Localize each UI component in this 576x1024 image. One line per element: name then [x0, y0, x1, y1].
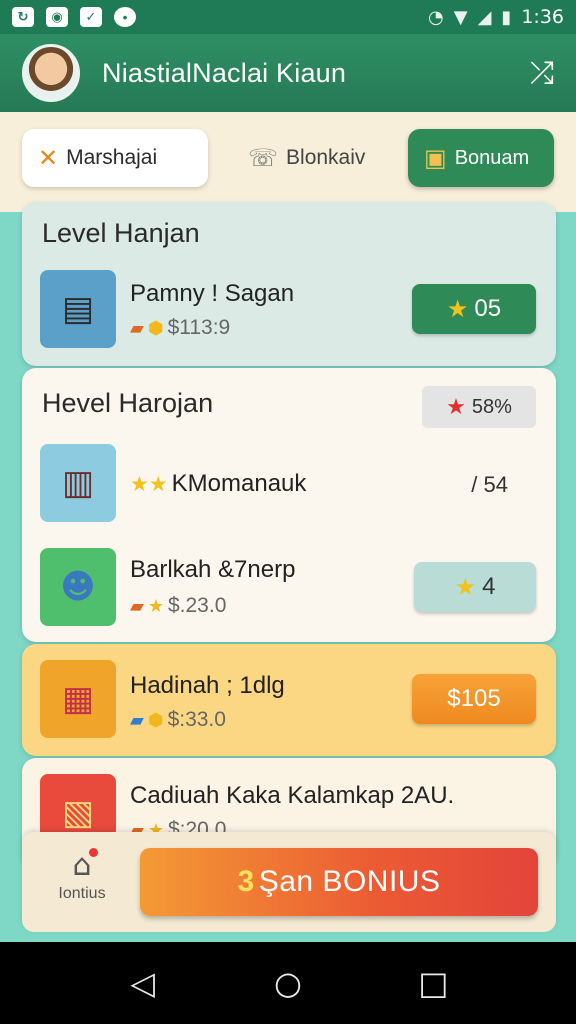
bottom-action-bar: ⌂ Iontius 3 Şan BONIUS [22, 832, 556, 932]
item-count: / 54 [471, 472, 508, 497]
tab-marshajai[interactable]: ✕ Marshajai [22, 129, 208, 187]
tab-bonuam[interactable]: ▣ Bonuam [408, 129, 554, 187]
home-icon: ⌂ [72, 848, 98, 883]
character-icon: ☻ [40, 548, 116, 626]
home-label: Iontius [58, 885, 106, 902]
sync-icon: ↻ [12, 7, 34, 27]
gem-icon: ▰ [130, 709, 144, 731]
home-tab-button[interactable]: ⌂ Iontius [42, 848, 122, 903]
tab-bar: ✕ Marshajai ☏ Blonkaiv ▣ Bonuam [22, 128, 554, 188]
treasure-icon: ▣ [424, 144, 447, 172]
camera-icon: ◉ [46, 7, 68, 27]
toolbox-icon: ▥ [40, 444, 116, 522]
star-icon: ★ [454, 573, 477, 601]
share-icon[interactable]: ⤮ [530, 56, 554, 91]
chest-icon: ▤ [40, 270, 116, 348]
status-time: 1:36 [521, 6, 564, 28]
level-card: ▦ Hadinah ; 1dlg ▰ ⬢ $:33.0 $105 [22, 644, 556, 756]
tab-label: Marshajai [66, 146, 158, 169]
spin-label: Şan BONIUS [258, 865, 441, 898]
progress-badge: ★ 58% [422, 386, 536, 428]
crossed-tools-icon: ✕ [38, 144, 59, 172]
item-name: Pamny ! Sagan [130, 280, 295, 307]
location-icon: • [114, 7, 136, 27]
item-name: Cadiuah Kaka Kalamkap 2AU. [130, 782, 455, 809]
back-icon[interactable]: ◁ [113, 964, 173, 1002]
check-icon: ✓ [80, 7, 102, 27]
section-title: Hevel Harojan [42, 388, 214, 418]
buy-button[interactable]: ★ 4 [414, 562, 536, 612]
wifi-icon: ▼ [453, 6, 468, 28]
gift-icon: ▰ [130, 317, 144, 339]
notification-dot [88, 848, 98, 857]
item-name: Hadinah ; 1dlg [130, 672, 285, 699]
alarm-icon: ◔ [428, 6, 444, 28]
coin-icon: ⬢ [147, 317, 164, 339]
star-icon: ★ [446, 295, 469, 323]
star-icon: ★ [446, 394, 466, 420]
tab-blonkaiv[interactable]: ☏ Blonkaiv [232, 129, 392, 187]
tab-label: Bonuam [454, 146, 530, 169]
tab-label: Blonkaiv [286, 146, 366, 169]
buy-button[interactable]: $105 [412, 674, 536, 724]
item-price: ▰ ⬢ $:33.0 [130, 708, 226, 731]
chat-icon: ☏ [248, 144, 279, 172]
battery-icon: ▮ [501, 6, 512, 28]
signal-icon: ◢ [477, 6, 492, 28]
recents-icon[interactable]: □ [403, 964, 463, 1002]
app-bar: NiastialNaclai Kiaun ⤮ [0, 34, 576, 112]
buy-button[interactable]: ★ 05 [412, 284, 536, 334]
app-title: NiastialNaclai Kiaun [102, 57, 347, 88]
list-item: ★★ KMomanauk [130, 470, 307, 497]
section-title: Level Hanjan [42, 218, 200, 248]
spin-bonus-button[interactable]: 3 Şan BONIUS [140, 848, 538, 916]
avatar[interactable] [22, 44, 80, 102]
star-icon: ★ [147, 595, 164, 617]
status-bar: ↻ ◉ ✓ • ◔ ▼ ◢ ▮ 1:36 [0, 0, 576, 34]
spin-count: 3 [237, 865, 255, 898]
level-card: Hevel Harojan ★ 58% ▥ ★★ KMomanauk / 54 … [22, 368, 556, 642]
item-price: ▰ ★ $.23.0 [130, 594, 227, 617]
main-content: ✕ Marshajai ☏ Blonkaiv ▣ Bonuam Level Ha… [0, 112, 576, 942]
level-card: Level Hanjan ▤ Pamny ! Sagan ▰ ⬢ $113:9 … [22, 202, 556, 366]
home-icon[interactable]: ○ [258, 964, 318, 1002]
book-icon: ▦ [40, 660, 116, 738]
star-icon: ★★ [130, 472, 168, 496]
coin-icon: ⬢ [147, 709, 164, 731]
gift-icon: ▰ [130, 595, 144, 617]
item-name: Barlkah &7nerp [130, 556, 296, 583]
system-nav-bar: ◁ ○ □ [0, 942, 576, 1024]
item-price: ▰ ⬢ $113:9 [130, 316, 231, 339]
